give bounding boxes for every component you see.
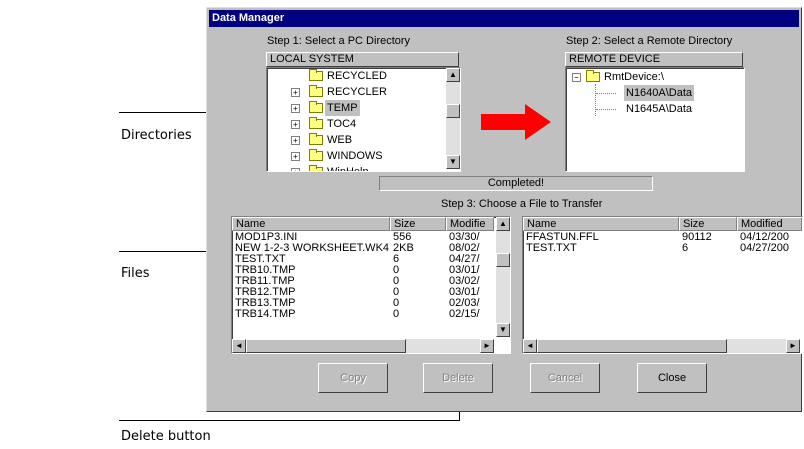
cancel-button[interactable]: Cancel: [530, 363, 600, 393]
folder-icon: [309, 85, 323, 97]
file-name-cell[interactable]: TRB13.TMP: [235, 298, 389, 309]
remote-file-list[interactable]: Name Size Modified FFASTUN.FFL 90112 04/12…: [522, 216, 803, 354]
folder-icon: [309, 117, 323, 129]
local-files-hscrollbar[interactable]: ◄ ►: [232, 339, 494, 353]
scroll-left-icon[interactable]: ◄: [232, 339, 246, 353]
file-size-cell: 90112: [682, 232, 712, 243]
file-modified-cell: 03/01/: [449, 265, 480, 276]
dialog-title-bar: Data Manager: [209, 10, 799, 27]
close-button[interactable]: Close: [637, 363, 707, 393]
local-system-header: LOCAL SYSTEM: [266, 52, 459, 67]
step3-label: Step 3: Choose a File to Transfer: [441, 198, 603, 210]
scroll-up-icon[interactable]: ▲: [446, 68, 460, 82]
delete-button-callout: Delete button: [121, 429, 211, 444]
file-size-cell: 6: [393, 254, 400, 265]
file-size-cell: 0: [393, 309, 400, 320]
remote-files-hscrollbar[interactable]: ◄ ►: [523, 339, 800, 353]
scroll-right-icon[interactable]: ►: [786, 339, 800, 353]
file-name-cell[interactable]: FFASTUN.FFL: [526, 232, 678, 243]
folder-icon: [586, 70, 600, 82]
column-header-name[interactable]: Name: [232, 217, 390, 231]
folder-icon: [309, 133, 323, 145]
delete-callout-line: [119, 420, 460, 421]
file-size-cell: 0: [393, 298, 400, 309]
file-name-cell[interactable]: TEST.TXT: [526, 243, 678, 254]
file-name-cell[interactable]: TRB12.TMP: [235, 287, 389, 298]
folder-icon: [309, 165, 323, 171]
file-modified-cell: 03/01/: [449, 287, 480, 298]
local-tree-scrollbar[interactable]: ▲ ▼: [446, 68, 460, 169]
folder-icon: [309, 149, 323, 161]
file-modified-cell: 04/27/200: [740, 243, 789, 254]
expand-icon[interactable]: +: [291, 136, 300, 145]
scroll-down-icon[interactable]: ▼: [446, 155, 460, 169]
column-header-size[interactable]: Size: [679, 217, 737, 231]
file-size-cell: 6: [682, 243, 689, 254]
file-size-cell: 556: [393, 232, 412, 243]
file-name-cell[interactable]: TRB10.TMP: [235, 265, 389, 276]
collapse-icon[interactable]: −: [572, 73, 581, 82]
step1-label: Step 1: Select a PC Directory: [267, 35, 411, 47]
scroll-thumb[interactable]: [537, 339, 727, 353]
file-name-cell[interactable]: TEST.TXT: [235, 254, 389, 265]
local-file-list[interactable]: Name Size Modifie MOD1P3.INI 556 03/30/NEW…: [231, 216, 511, 354]
file-size-cell: 0: [393, 276, 400, 287]
directories-callout: Directories: [121, 128, 192, 143]
file-modified-cell: 08/02/: [449, 243, 480, 254]
column-header-modified[interactable]: Modified: [737, 217, 802, 231]
expand-icon[interactable]: +: [291, 104, 300, 113]
column-header-modified[interactable]: Modifie: [446, 217, 494, 231]
folder-icon: [309, 69, 323, 81]
copy-button[interactable]: Copy: [318, 363, 388, 393]
file-modified-cell: 02/15/: [449, 309, 480, 320]
scroll-down-icon[interactable]: ▼: [496, 323, 510, 337]
scroll-thumb[interactable]: [246, 339, 406, 353]
scroll-left-icon[interactable]: ◄: [523, 339, 537, 353]
expand-icon[interactable]: +: [291, 152, 300, 161]
expand-icon[interactable]: +: [291, 168, 300, 171]
file-size-cell: 0: [393, 287, 400, 298]
file-modified-cell: 04/12/200: [740, 232, 789, 243]
file-name-cell[interactable]: NEW 1-2-3 WORKSHEET.WK4: [235, 243, 389, 254]
file-size-cell: 2KB: [393, 243, 414, 254]
scroll-thumb[interactable]: [446, 104, 460, 118]
arrow-right-icon: [481, 104, 551, 140]
column-header-size[interactable]: Size: [390, 217, 446, 231]
file-name-cell[interactable]: TRB11.TMP: [235, 276, 389, 287]
files-callout: Files: [121, 266, 150, 281]
file-size-cell: 0: [393, 265, 400, 276]
local-files-vscrollbar[interactable]: ▲ ▼: [496, 217, 510, 337]
column-header-name[interactable]: Name: [523, 217, 679, 231]
file-modified-cell: 03/02/: [449, 276, 480, 287]
step2-label: Step 2: Select a Remote Directory: [566, 35, 733, 47]
file-modified-cell: 04/27/: [449, 254, 480, 265]
file-name-cell[interactable]: TRB14.TMP: [235, 309, 389, 320]
scroll-up-icon[interactable]: ▲: [496, 217, 510, 231]
local-directory-tree[interactable]: RECYCLED + RECYCLER + TEMP + TOC4 + WEB …: [266, 67, 461, 172]
remote-directory-tree[interactable]: − RmtDevice:\ N1640A\Data N1645A\Data: [565, 67, 745, 172]
file-modified-cell: 03/30/: [449, 232, 480, 243]
expand-icon[interactable]: +: [291, 88, 300, 97]
open-folder-icon: [309, 101, 323, 113]
status-field: Completed!: [379, 176, 653, 191]
delete-button[interactable]: Delete: [423, 363, 493, 393]
scroll-right-icon[interactable]: ►: [480, 339, 494, 353]
file-name-cell[interactable]: MOD1P3.INI: [235, 232, 389, 243]
scroll-thumb[interactable]: [496, 253, 510, 267]
file-modified-cell: 02/03/: [449, 298, 480, 309]
remote-device-header: REMOTE DEVICE: [565, 52, 743, 67]
expand-icon[interactable]: +: [291, 120, 300, 129]
data-manager-dialog: Data Manager Step 1: Select a PC Directo…: [206, 7, 803, 412]
